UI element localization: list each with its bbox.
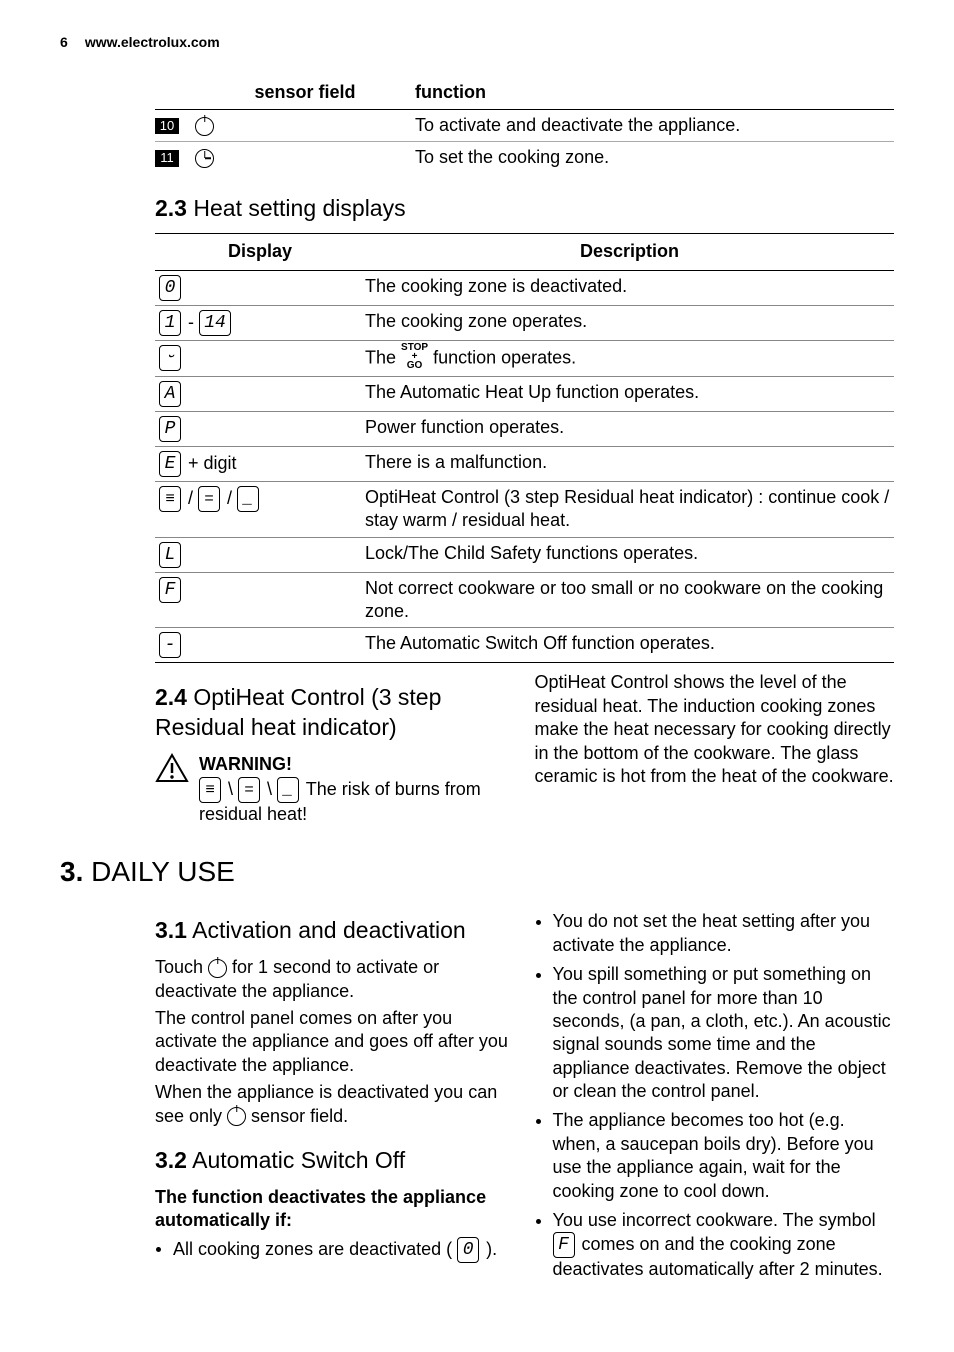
- table-row: - The Automatic Switch Off function oper…: [155, 628, 894, 663]
- main-content: sensor field function 10 To activate and…: [155, 77, 894, 826]
- list-item: All cooking zones are deactivated ( 0 ).: [173, 1237, 515, 1263]
- disp-col1-header: Display: [155, 234, 365, 270]
- segment-symbol: F: [553, 1232, 575, 1258]
- segment-symbol: L: [159, 542, 181, 568]
- section-2-4-heading: 2.4 OptiHeat Control (3 step Residual he…: [155, 683, 515, 743]
- activation-text: The control panel comes on after you act…: [155, 1007, 515, 1077]
- activation-text: Touch for 1 second to activate or deacti…: [155, 956, 515, 1003]
- table-row: E + digit There is a malfunction.: [155, 446, 894, 481]
- disp-desc: Lock/The Child Safety functions operates…: [365, 537, 894, 572]
- disp-desc: The Automatic Switch Off function operat…: [365, 628, 894, 663]
- segment-symbol: ≡: [159, 486, 181, 512]
- disp-desc: The STOP+GO function operates.: [365, 340, 894, 376]
- warning-label: WARNING!: [199, 753, 515, 776]
- power-icon: [195, 117, 214, 136]
- segment-symbol: ≡: [199, 777, 221, 803]
- table-row: ⏑ The STOP+GO function operates.: [155, 340, 894, 376]
- section-num: 3.2: [155, 1147, 187, 1173]
- segment-symbol: 14: [199, 310, 231, 336]
- table-row: P Power function operates.: [155, 411, 894, 446]
- section-title: DAILY USE: [91, 856, 235, 887]
- segment-symbol: _: [277, 777, 299, 803]
- warning-icon: [155, 753, 189, 783]
- warning-block: WARNING! ≡ \ = \ _ The risk of burns fro…: [155, 753, 515, 826]
- list-item: You use incorrect cookware. The symbol F…: [553, 1209, 895, 1282]
- warning-text: ≡ \ = \ _ The risk of burns from residua…: [199, 777, 515, 826]
- segment-symbol: =: [198, 486, 220, 512]
- table-row: 0 The cooking zone is deactivated.: [155, 270, 894, 305]
- segment-symbol: A: [159, 381, 181, 407]
- fn-desc: To set the cooking zone.: [415, 142, 894, 174]
- section-num: 2.4: [155, 684, 187, 710]
- segment-symbol: F: [159, 577, 181, 603]
- list-item: You spill something or put something on …: [553, 963, 895, 1103]
- section-3-1-heading: 3.1 Activation and deactivation: [155, 916, 515, 946]
- segment-symbol: 0: [159, 275, 181, 301]
- disp-col2-header: Description: [365, 234, 894, 270]
- table-row: F Not correct cookware or too small or n…: [155, 572, 894, 628]
- table-row: 11 To set the cooking zone.: [155, 142, 894, 174]
- segment-symbol: =: [238, 777, 260, 803]
- section-num: 3.1: [155, 917, 187, 943]
- row-badge: 10: [155, 118, 179, 135]
- segment-symbol: _: [237, 486, 259, 512]
- section-title: OptiHeat Control (3 step Residual heat i…: [155, 684, 441, 740]
- optiheat-description: OptiHeat Control shows the level of the …: [535, 671, 895, 788]
- sensor-field-table: sensor field function 10 To activate and…: [155, 77, 894, 173]
- section-3-heading: 3. DAILY USE: [60, 854, 894, 890]
- disp-desc: The cooking zone is deactivated.: [365, 270, 894, 305]
- fn-col2-header: function: [415, 77, 894, 109]
- table-row: 10 To activate and deactivate the applia…: [155, 109, 894, 141]
- disp-desc: There is a malfunction.: [365, 446, 894, 481]
- section-2-3-heading: 2.3 Heat setting displays: [155, 194, 894, 224]
- section-title: Heat setting displays: [193, 195, 405, 221]
- section-num: 2.3: [155, 195, 187, 221]
- heat-display-table: Display Description 0 The cooking zone i…: [155, 233, 894, 663]
- row-badge: 11: [155, 150, 179, 167]
- section-title: Automatic Switch Off: [192, 1147, 405, 1173]
- section-3-2-heading: 3.2 Automatic Switch Off: [155, 1146, 515, 1176]
- disp-desc: OptiHeat Control (3 step Residual heat i…: [365, 481, 894, 537]
- list-item: You do not set the heat setting after yo…: [553, 910, 895, 957]
- page-number: 6: [60, 33, 68, 51]
- page-header: 6 www.electrolux.com: [60, 30, 894, 53]
- power-icon: [227, 1107, 246, 1126]
- disp-desc: Power function operates.: [365, 411, 894, 446]
- disp-desc: The cooking zone operates.: [365, 305, 894, 340]
- segment-symbol: P: [159, 416, 181, 442]
- auto-switch-off-subhead: The function deactivates the appliance a…: [155, 1186, 515, 1233]
- fn-desc: To activate and deactivate the appliance…: [415, 109, 894, 141]
- table-row: L Lock/The Child Safety functions operat…: [155, 537, 894, 572]
- table-row: 1 - 14 The cooking zone operates.: [155, 305, 894, 340]
- table-row: ≡ / = / _ OptiHeat Control (3 step Resid…: [155, 481, 894, 537]
- stop-go-icon: STOP+GO: [401, 343, 428, 370]
- site-url: www.electrolux.com: [85, 33, 220, 51]
- section-title: Activation and deactivation: [192, 917, 466, 943]
- activation-text: When the appliance is deactivated you ca…: [155, 1081, 515, 1128]
- list-item: The appliance becomes too hot (e.g. when…: [553, 1109, 895, 1203]
- segment-symbol: 1: [159, 310, 181, 336]
- segment-symbol: E: [159, 451, 181, 477]
- segment-symbol: 0: [457, 1237, 479, 1263]
- segment-symbol: -: [159, 632, 181, 658]
- timer-icon: [195, 149, 214, 168]
- fn-col1-header: sensor field: [195, 77, 415, 109]
- segment-symbol: ⏑: [159, 345, 181, 371]
- disp-desc: Not correct cookware or too small or no …: [365, 572, 894, 628]
- disp-desc: The Automatic Heat Up function operates.: [365, 376, 894, 411]
- table-row: A The Automatic Heat Up function operate…: [155, 376, 894, 411]
- section-num: 3.: [60, 856, 83, 887]
- power-icon: [208, 959, 227, 978]
